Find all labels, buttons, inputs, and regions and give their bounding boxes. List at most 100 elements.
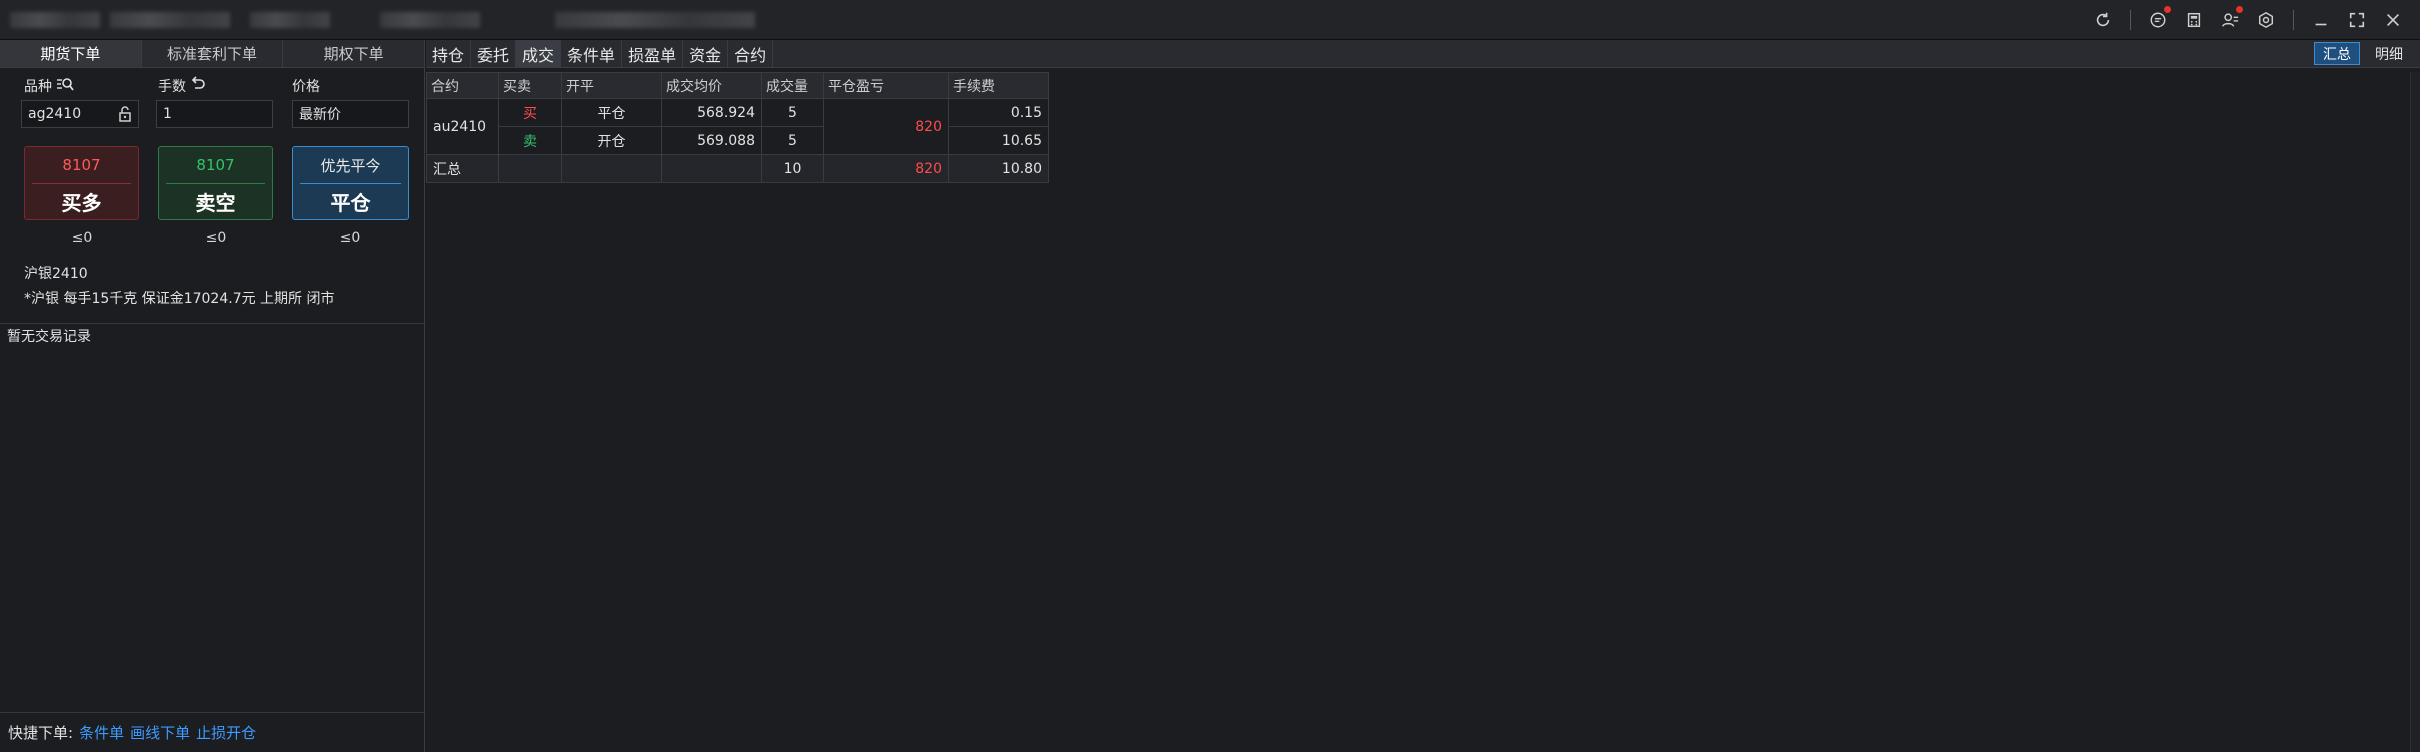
- sell-short-button[interactable]: 8107 卖空: [158, 146, 273, 220]
- price-input[interactable]: 最新价: [292, 100, 409, 128]
- order-panel: 期货下单 标准套利下单 期权下单 品种 手数 价格 ag2410 1 最新价 8…: [0, 40, 425, 752]
- blurred-title-2: [110, 12, 230, 28]
- tab-positions[interactable]: 持仓: [426, 40, 472, 68]
- symbol-input[interactable]: ag2410: [21, 100, 139, 128]
- sell-limit: ≤0: [205, 230, 227, 246]
- cell-fee: 0.15: [948, 98, 1049, 127]
- quick-order-label: 快捷下单:: [8, 724, 74, 742]
- tab-futures-order[interactable]: 期货下单: [0, 40, 142, 67]
- cell-open-close: 平仓: [561, 98, 662, 127]
- cell-avg-price: 568.924: [661, 98, 762, 127]
- qty-input[interactable]: 1: [156, 100, 273, 128]
- buy-long-button[interactable]: 8107 买多: [24, 146, 139, 220]
- summary-view-button[interactable]: 汇总: [2314, 42, 2360, 65]
- close-priority: 优先平今: [320, 156, 381, 175]
- buy-label: 买多: [61, 191, 102, 215]
- reset-icon[interactable]: [190, 76, 206, 96]
- col-fee[interactable]: 手续费: [948, 72, 1049, 99]
- quick-order-bar: 快捷下单: 条件单 画线下单 止损开仓: [8, 722, 256, 743]
- tab-contracts[interactable]: 合约: [728, 40, 774, 68]
- cell-side: 买: [498, 98, 562, 127]
- cell-total-volume: 10: [761, 154, 824, 183]
- contract-detail: *沪银 每手15千克 保证金17024.7元 上期所 闭市: [24, 291, 335, 307]
- link-stop-open[interactable]: 止损开仓: [196, 722, 256, 743]
- close-limit: ≤0: [339, 230, 361, 246]
- col-contract[interactable]: 合约: [426, 72, 499, 99]
- contract-name: 沪银2410: [24, 266, 88, 282]
- tab-orders[interactable]: 委托: [471, 40, 517, 68]
- search-icon[interactable]: [56, 76, 74, 96]
- empty-trade-records: 暂无交易记录: [7, 329, 91, 345]
- link-line-order[interactable]: 画线下单: [130, 722, 190, 743]
- refresh-icon[interactable]: [2090, 7, 2116, 33]
- qty-label-group: 手数: [158, 76, 206, 96]
- order-type-tabs: 期货下单 标准套利下单 期权下单: [0, 40, 424, 68]
- minimize-icon[interactable]: [2308, 7, 2334, 33]
- title-bar: [0, 0, 2420, 40]
- sell-label: 卖空: [195, 191, 236, 215]
- settings-icon[interactable]: [2253, 7, 2279, 33]
- blurred-title: [10, 12, 100, 28]
- price-value: 最新价: [299, 107, 341, 123]
- symbol-label: 品种: [24, 79, 52, 95]
- col-avg-price[interactable]: 成交均价: [661, 72, 762, 99]
- tab-stop-profit-loss[interactable]: 损盈单: [622, 40, 684, 68]
- calculator-icon[interactable]: [2181, 7, 2207, 33]
- table-row[interactable]: 卖 开仓 569.088 5 10.65: [427, 126, 1049, 155]
- qty-value: 1: [163, 106, 172, 122]
- close-icon[interactable]: [2380, 7, 2406, 33]
- notification-dot: [2164, 6, 2171, 13]
- table-header-row: 合约 买卖 开平 成交均价 成交量 平仓盈亏 手续费: [426, 72, 1049, 99]
- cell-empty: [498, 154, 562, 183]
- divider: [0, 712, 425, 713]
- unlock-icon[interactable]: [118, 106, 132, 126]
- col-open-close[interactable]: 开平: [561, 72, 662, 99]
- records-tabs: 持仓 委托 成交 条件单 损盈单 资金 合约: [426, 40, 2420, 68]
- cell-avg-price: 569.088: [661, 126, 762, 155]
- col-close-pnl[interactable]: 平仓盈亏: [823, 72, 949, 99]
- cell-fee: 10.65: [948, 126, 1049, 155]
- symbol-value: ag2410: [28, 106, 82, 122]
- tab-trades[interactable]: 成交: [516, 40, 562, 68]
- detail-view-button[interactable]: 明细: [2366, 42, 2412, 65]
- sell-price: 8107: [196, 156, 235, 174]
- close-position-button[interactable]: 优先平今 平仓: [292, 146, 409, 220]
- tab-options-order[interactable]: 期权下单: [283, 40, 424, 67]
- buy-price: 8107: [62, 156, 101, 174]
- blurred-title-4: [380, 12, 480, 28]
- cell-close-pnl: 820: [823, 98, 949, 155]
- maximize-icon[interactable]: [2344, 7, 2370, 33]
- records-panel: 持仓 委托 成交 条件单 损盈单 资金 合约 汇总 明细 合约 买卖 开平 成交…: [426, 40, 2420, 752]
- tab-conditional[interactable]: 条件单: [561, 40, 623, 68]
- tab-spread-order[interactable]: 标准套利下单: [142, 40, 284, 67]
- price-label: 价格: [292, 76, 320, 96]
- cell-summary-label: 汇总: [426, 154, 499, 183]
- symbol-label-group: 品种: [24, 76, 74, 96]
- view-toggle: 汇总 明细: [2314, 42, 2412, 65]
- cell-volume: 5: [761, 126, 824, 155]
- separator: [2130, 10, 2131, 30]
- qty-label: 手数: [158, 79, 186, 95]
- col-side[interactable]: 买卖: [498, 72, 562, 99]
- buy-limit: ≤0: [71, 230, 93, 246]
- col-volume[interactable]: 成交量: [761, 72, 824, 99]
- message-icon[interactable]: [2145, 6, 2171, 33]
- price-label-text: 价格: [292, 79, 320, 95]
- blurred-title-5: [555, 12, 755, 28]
- cell-volume: 5: [761, 98, 824, 127]
- separator: [2293, 10, 2294, 30]
- account-icon[interactable]: [2217, 6, 2243, 33]
- vertical-scrollbar[interactable]: [2410, 72, 2420, 752]
- divider: [0, 323, 425, 324]
- cell-total-fee: 10.80: [948, 154, 1049, 183]
- cell-empty: [661, 154, 762, 183]
- summary-row[interactable]: 汇总 10 820 10.80: [426, 154, 1049, 183]
- trades-table: 合约 买卖 开平 成交均价 成交量 平仓盈亏 手续费 au2410 买 平仓 5…: [426, 72, 1049, 183]
- link-conditional-order[interactable]: 条件单: [79, 722, 124, 743]
- close-label: 平仓: [330, 191, 371, 215]
- blurred-title-3: [250, 12, 330, 28]
- tab-funds[interactable]: 资金: [683, 40, 729, 68]
- cell-side: 卖: [498, 126, 562, 155]
- cell-open-close: 开仓: [561, 126, 662, 155]
- table-row[interactable]: au2410 买 平仓 568.924 5 820 0.15: [426, 98, 1049, 155]
